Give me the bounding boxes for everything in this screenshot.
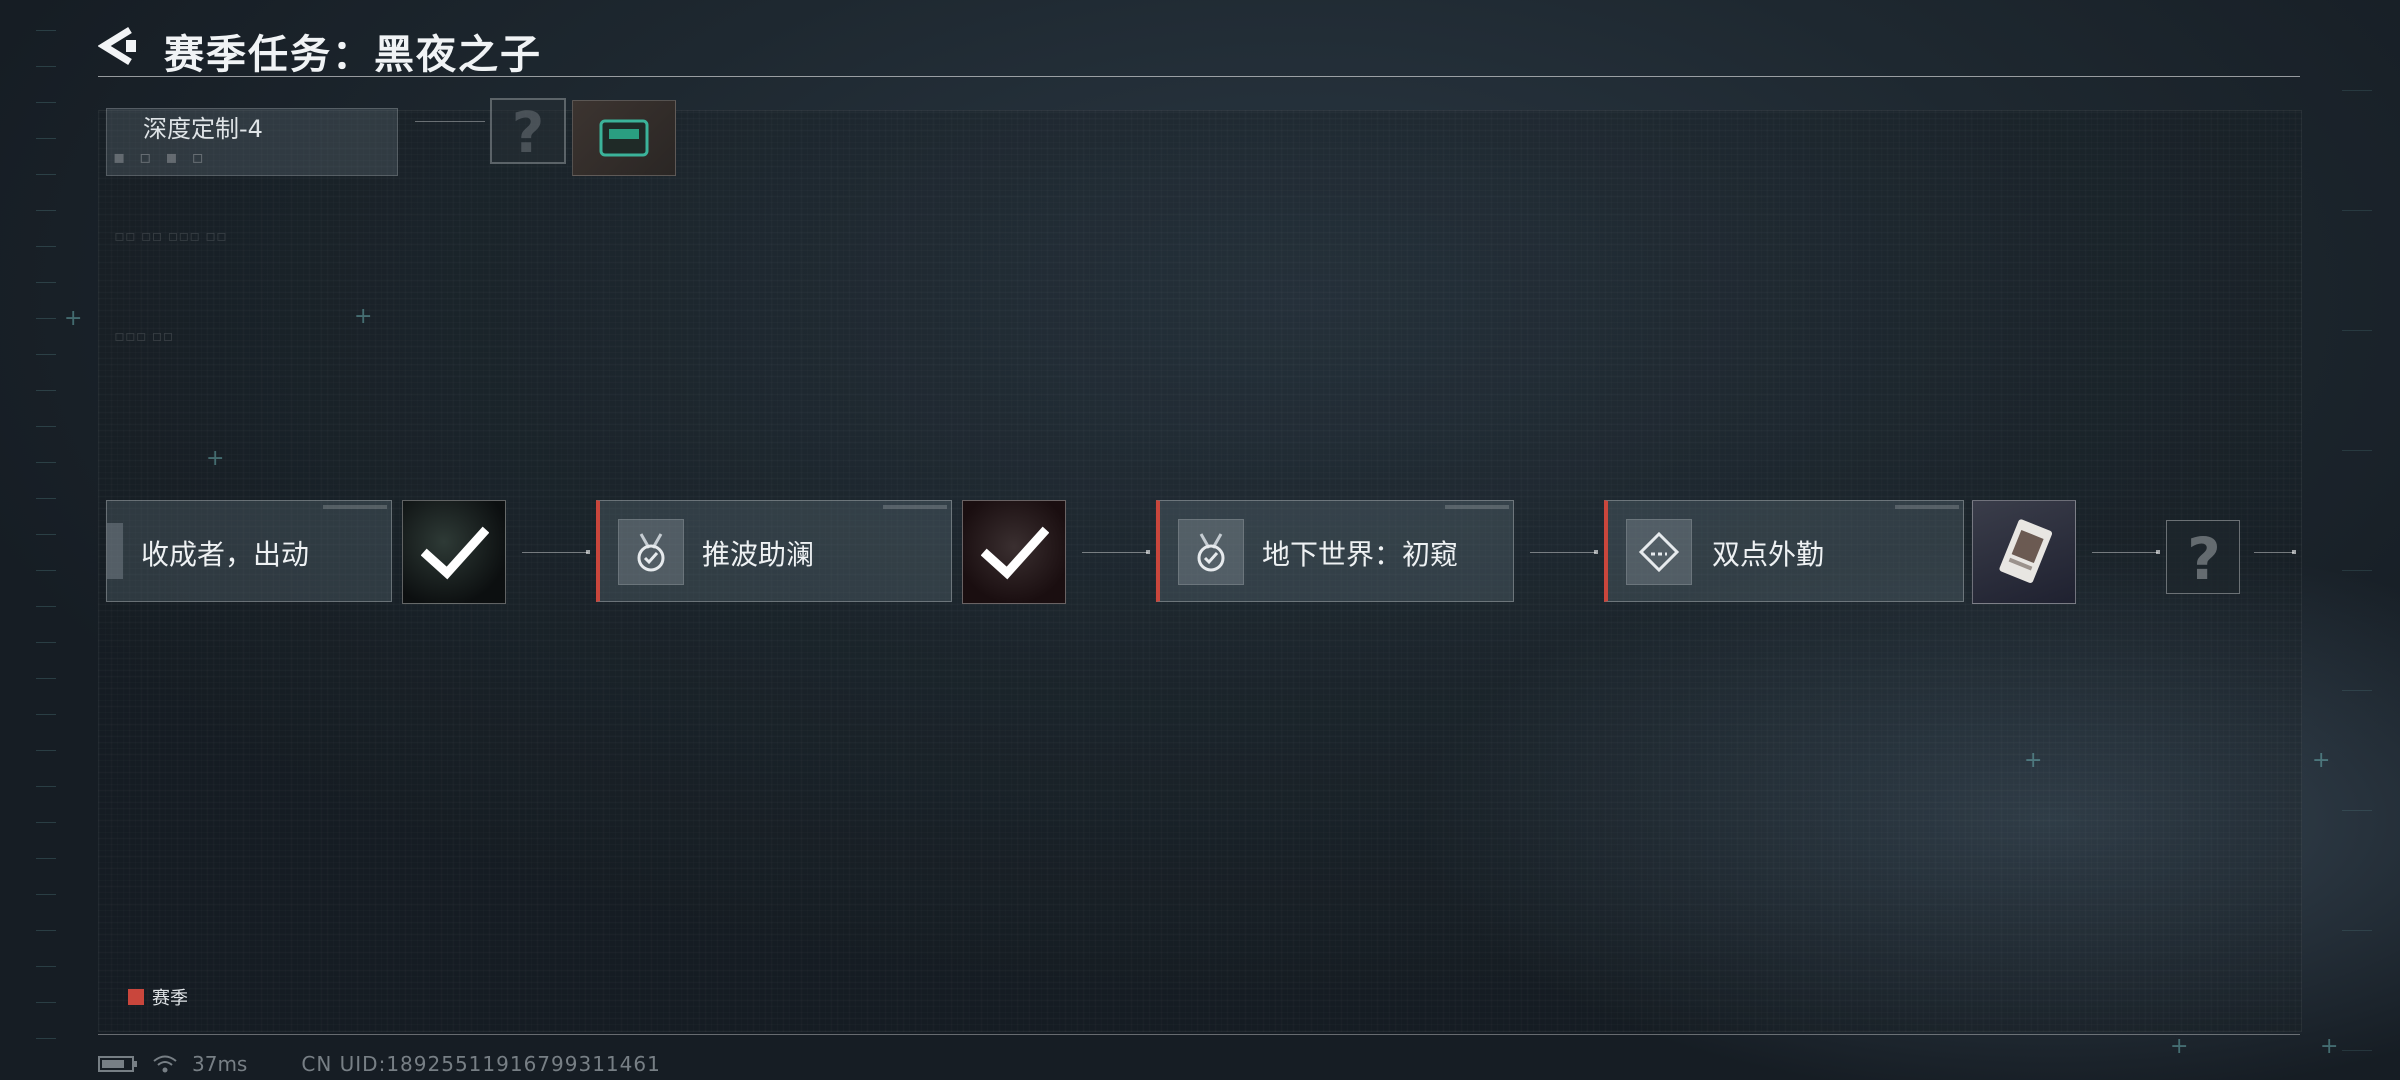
crosshair-decoration: + — [2024, 748, 2043, 773]
mission-label: 地下世界：初窥 — [1262, 538, 1459, 571]
card-corner-decoration — [323, 505, 387, 509]
unknown-reward[interactable]: ? — [2166, 520, 2240, 594]
reward-claimed-2[interactable] — [962, 500, 1066, 604]
mission-label: 双点外勤 — [1712, 538, 1825, 571]
reward-item-card[interactable] — [1972, 500, 2076, 604]
season-legend-label: 赛季 — [152, 988, 188, 1009]
svg-text:?: ? — [2187, 525, 2221, 593]
mission-card-2[interactable]: 推波助澜 — [596, 500, 952, 602]
background-decoration: ▫▫ ▫▫ ▫▫▫ ▫▫ — [114, 226, 227, 245]
connector-line — [522, 550, 590, 554]
crosshair-decoration: + — [206, 446, 225, 471]
crosshair-decoration: + — [354, 304, 373, 329]
card-corner-decoration — [883, 505, 947, 509]
checkmark-icon — [981, 526, 1049, 580]
crosshair-decoration: + — [2320, 1034, 2339, 1059]
crosshair-decoration: + — [2312, 748, 2331, 773]
connector-line — [2254, 550, 2296, 554]
checkmark-icon — [421, 526, 489, 580]
legend: 赛季 — [128, 984, 188, 1010]
crosshair-decoration: + — [64, 306, 83, 331]
ping-readout: 37ms — [192, 1052, 248, 1076]
card-corner-decoration — [1895, 505, 1959, 509]
card-item-icon — [1999, 519, 2053, 583]
battery-icon — [98, 1056, 137, 1072]
mission-card-top[interactable]: 深度定制-4 ▪▫▪▫ — [106, 108, 398, 176]
page-title: 赛季任务：黑夜之子 — [164, 32, 542, 78]
mission-card-4[interactable]: 双点外勤 — [1604, 500, 1964, 602]
diamond-icon — [1638, 531, 1680, 573]
card-edge-decoration — [107, 523, 123, 579]
mission-label: 收成者，出动 — [141, 538, 310, 571]
mission-card-1[interactable]: 收成者，出动 — [106, 500, 392, 602]
wifi-icon — [153, 1055, 177, 1073]
right-ruler — [2342, 90, 2372, 1070]
page-header: 赛季任务：黑夜之子 — [97, 20, 2300, 78]
question-mark-icon: ? — [512, 101, 544, 166]
season-legend-swatch — [128, 989, 144, 1005]
mission-type-badge — [618, 519, 684, 585]
background-decoration: ▫▫▫ ▫▫ — [114, 326, 174, 345]
connector-line — [2092, 550, 2160, 554]
question-mark-icon: ? — [2187, 525, 2221, 593]
svg-text:?: ? — [512, 101, 544, 162]
status-bar: 37ms CN UID:18925511916799311461 — [98, 1052, 661, 1076]
user-uid: CN UID:18925511916799311461 — [301, 1052, 661, 1076]
mission-label: 推波助澜 — [702, 538, 815, 571]
connector-line — [415, 121, 485, 122]
medal-icon — [1197, 533, 1225, 572]
mission-type-badge — [1626, 519, 1692, 585]
unknown-reward-top[interactable]: ? — [490, 98, 566, 166]
medal-icon — [637, 533, 665, 572]
back-button[interactable] — [97, 26, 140, 66]
reward-claimed-1[interactable] — [402, 500, 506, 604]
card-corner-decoration — [1445, 505, 1509, 509]
footer-divider — [98, 1034, 2300, 1035]
left-ruler — [36, 30, 76, 1070]
device-icon — [599, 119, 649, 157]
crosshair-decoration: + — [2170, 1034, 2189, 1059]
mission-type-badge — [1178, 519, 1244, 585]
mission-label: 深度定制-4 — [143, 115, 263, 143]
back-arrow-icon — [97, 27, 136, 65]
mission-card-3[interactable]: 地下世界：初窥 — [1156, 500, 1514, 602]
mission-sub-decoration: ▪▫▪▫ — [113, 147, 218, 168]
connector-line — [1082, 550, 1150, 554]
reward-item-top[interactable] — [572, 100, 676, 176]
connector-line — [1530, 550, 1598, 554]
